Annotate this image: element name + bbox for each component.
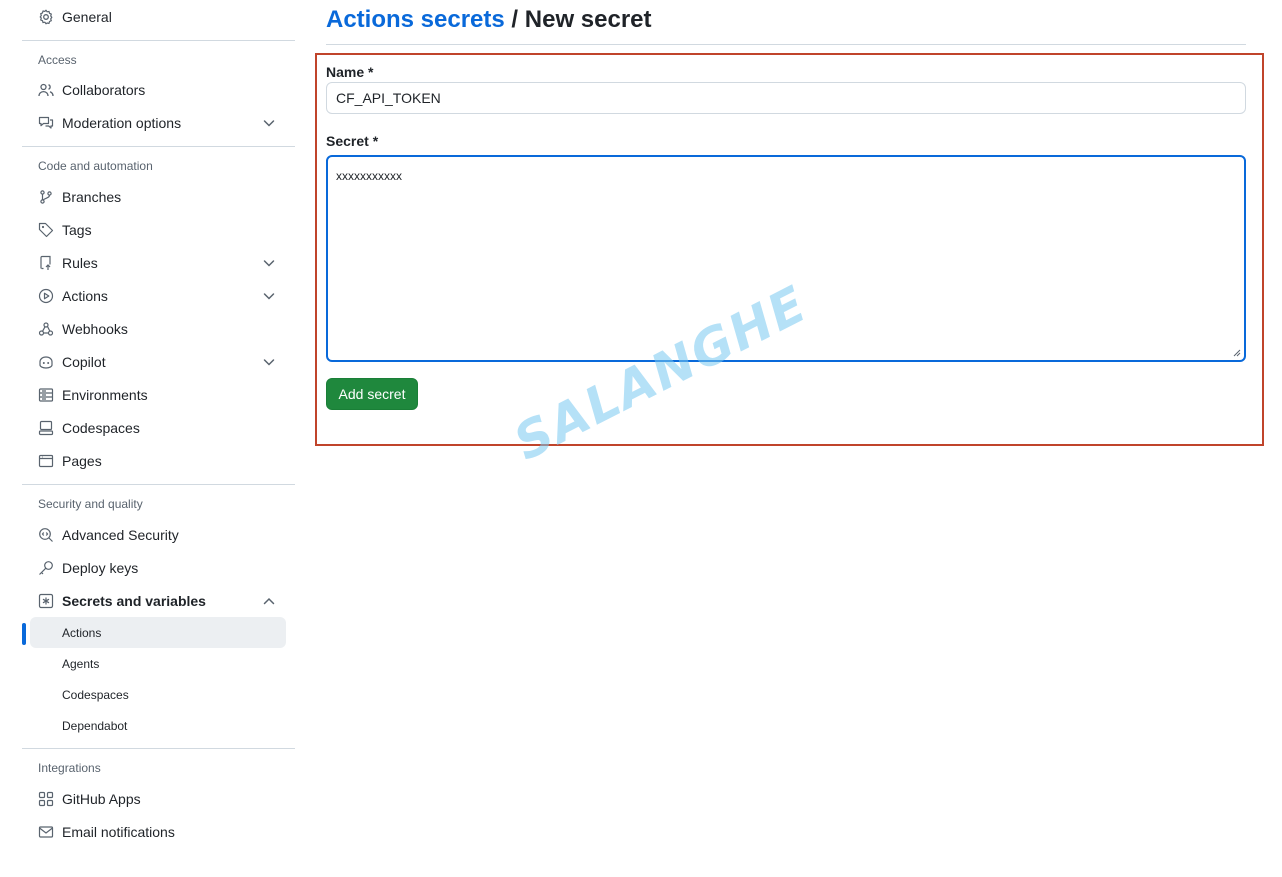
sidebar-item-environments[interactable]: Environments <box>22 378 295 411</box>
chevron-down-icon[interactable] <box>261 288 277 304</box>
comment-discussion-icon <box>38 115 54 131</box>
breadcrumb-link[interactable]: Actions secrets <box>326 6 505 33</box>
sidebar-item-label: Copilot <box>62 353 106 370</box>
asterisk-icon <box>38 593 54 609</box>
settings-sidebar: General Access Collaborators Moderation … <box>22 0 295 848</box>
sidebar-item-pages[interactable]: Pages <box>22 444 295 477</box>
sidebar-item-label: GitHub Apps <box>62 790 141 807</box>
secret-label: Secret * <box>326 133 379 149</box>
sidebar-item-label: Deploy keys <box>62 559 139 576</box>
sidebar-subitem-label: Agents <box>62 656 100 671</box>
sidebar-item-label: Collaborators <box>62 81 146 98</box>
sidebar-subitem-label: Dependabot <box>62 718 128 733</box>
sidebar-item-actions[interactable]: Actions <box>22 279 295 312</box>
sidebar-item-rules[interactable]: Rules <box>22 246 295 279</box>
sidebar-item-label: Webhooks <box>62 320 128 337</box>
sidebar-item-general[interactable]: General <box>22 0 295 33</box>
page: General Access Collaborators Moderation … <box>0 0 1282 877</box>
resize-handle-icon[interactable] <box>1233 349 1241 357</box>
git-branch-icon <box>38 189 54 205</box>
sidebar-item-label: Advanced Security <box>62 526 179 543</box>
sidebar-subitem-codespaces[interactable]: Codespaces <box>22 679 295 710</box>
codespaces-icon <box>38 420 54 436</box>
sidebar-subitem-dependabot[interactable]: Dependabot <box>22 710 295 741</box>
page-title: New secret <box>524 6 652 33</box>
mail-icon <box>38 824 54 840</box>
sidebar-subitem-actions[interactable]: Actions <box>22 617 286 648</box>
play-icon <box>38 288 54 304</box>
sidebar-item-tags[interactable]: Tags <box>22 213 295 246</box>
secret-textarea-value: xxxxxxxxxxx <box>336 169 402 183</box>
key-icon <box>38 560 54 576</box>
page-heading: Actions secrets / New secret <box>326 6 652 34</box>
sidebar-item-secrets-and-variables[interactable]: Secrets and variables <box>22 584 295 617</box>
sidebar-item-copilot[interactable]: Copilot <box>22 345 295 378</box>
name-input-value: CF_API_TOKEN <box>336 90 441 106</box>
sidebar-item-label: Codespaces <box>62 419 140 436</box>
gear-icon <box>38 9 54 25</box>
sidebar-item-collaborators[interactable]: Collaborators <box>22 73 295 106</box>
chevron-down-icon[interactable] <box>261 255 277 271</box>
heading-divider <box>326 44 1246 45</box>
browser-icon <box>38 453 54 469</box>
sidebar-item-label: General <box>62 8 112 25</box>
sidebar-group-title: Code and automation <box>38 159 153 173</box>
sidebar-item-webhooks[interactable]: Webhooks <box>22 312 295 345</box>
sidebar-subitem-agents[interactable]: Agents <box>22 648 295 679</box>
sidebar-item-label: Branches <box>62 188 122 205</box>
chevron-up-icon[interactable] <box>261 593 277 609</box>
sidebar-item-label: Pages <box>62 452 102 469</box>
sidebar-group-title: Security and quality <box>38 497 143 511</box>
active-indicator <box>22 623 26 645</box>
add-secret-button[interactable]: Add secret <box>326 378 418 410</box>
server-icon <box>38 387 54 403</box>
sidebar-group-title: Access <box>38 53 77 67</box>
sidebar-item-label: Secrets and variables <box>62 592 206 609</box>
sidebar-item-codespaces[interactable]: Codespaces <box>22 411 295 444</box>
name-input[interactable]: CF_API_TOKEN <box>326 82 1246 114</box>
name-label: Name * <box>326 64 374 80</box>
chevron-down-icon[interactable] <box>261 354 277 370</box>
chevron-down-icon[interactable] <box>261 115 277 131</box>
sidebar-group-title: Integrations <box>38 761 101 775</box>
sidebar-item-branches[interactable]: Branches <box>22 180 295 213</box>
secret-textarea[interactable]: xxxxxxxxxxx <box>326 155 1246 362</box>
repo-push-icon <box>38 255 54 271</box>
sidebar-item-deploy-keys[interactable]: Deploy keys <box>22 551 295 584</box>
sidebar-subitem-label: Actions <box>62 625 102 640</box>
sidebar-item-email-notifications[interactable]: Email notifications <box>22 815 295 848</box>
sidebar-item-label: Rules <box>62 254 98 271</box>
sidebar-item-label: Actions <box>62 287 108 304</box>
breadcrumb-separator: / <box>511 6 519 33</box>
tag-icon <box>38 222 54 238</box>
sidebar-item-label: Tags <box>62 221 92 238</box>
sidebar-item-label: Environments <box>62 386 148 403</box>
sidebar-item-advanced-security[interactable]: Advanced Security <box>22 518 295 551</box>
sidebar-item-label: Moderation options <box>62 114 182 131</box>
copilot-icon <box>38 354 54 370</box>
apps-icon <box>38 791 54 807</box>
sidebar-subitem-label: Codespaces <box>62 687 129 702</box>
sidebar-item-moderation-options[interactable]: Moderation options <box>22 106 295 139</box>
webhook-icon <box>38 321 54 337</box>
sidebar-item-label: Email notifications <box>62 823 175 840</box>
sidebar-item-github-apps[interactable]: GitHub Apps <box>22 782 295 815</box>
codescan-icon <box>38 527 54 543</box>
people-icon <box>38 82 54 98</box>
